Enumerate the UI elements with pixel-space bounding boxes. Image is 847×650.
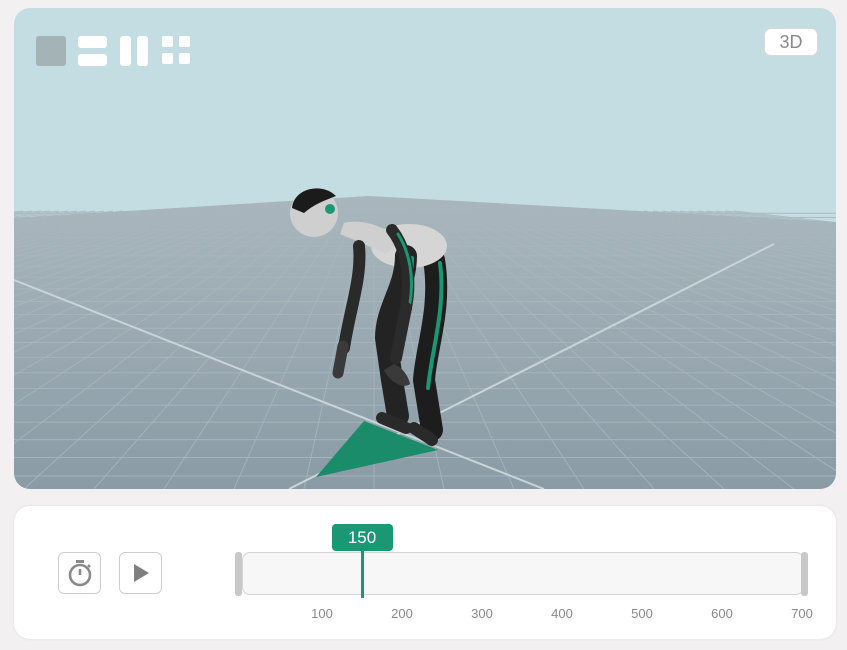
timeline-start-handle[interactable] xyxy=(235,552,242,596)
timeline-tick-label: 200 xyxy=(391,606,413,621)
horizontal-split-button[interactable] xyxy=(78,36,108,68)
playhead-line[interactable] xyxy=(360,546,364,598)
horizontal-split-icon xyxy=(78,36,107,66)
vertical-split-icon xyxy=(120,36,148,66)
timeline-tick-label: 300 xyxy=(471,606,493,621)
timeline-tick-label: 500 xyxy=(631,606,653,621)
3d-viewport[interactable]: 3D xyxy=(14,8,836,489)
timeline-tick-label: 100 xyxy=(311,606,333,621)
stopwatch-icon xyxy=(68,560,91,587)
quad-view-button[interactable] xyxy=(162,36,192,68)
quad-view-icon xyxy=(162,36,190,64)
stopwatch-button[interactable] xyxy=(58,552,101,594)
timeline-tick-label: 700 xyxy=(791,606,813,621)
timeline-track[interactable] xyxy=(242,552,804,595)
timeline-panel: 150 100 200 300 400 500 600 700 xyxy=(14,506,836,639)
play-button[interactable] xyxy=(119,552,162,594)
current-frame-label[interactable]: 150 xyxy=(331,524,393,551)
timeline-tick-label: 400 xyxy=(551,606,573,621)
scene-canvas[interactable] xyxy=(14,8,836,489)
single-view-icon xyxy=(36,36,66,66)
single-view-button[interactable] xyxy=(36,36,68,68)
view-mode-badge[interactable]: 3D xyxy=(764,28,818,56)
play-icon xyxy=(133,564,149,582)
timeline-end-handle[interactable] xyxy=(801,552,808,596)
vertical-split-button[interactable] xyxy=(120,36,150,68)
timeline-tick-label: 600 xyxy=(711,606,733,621)
